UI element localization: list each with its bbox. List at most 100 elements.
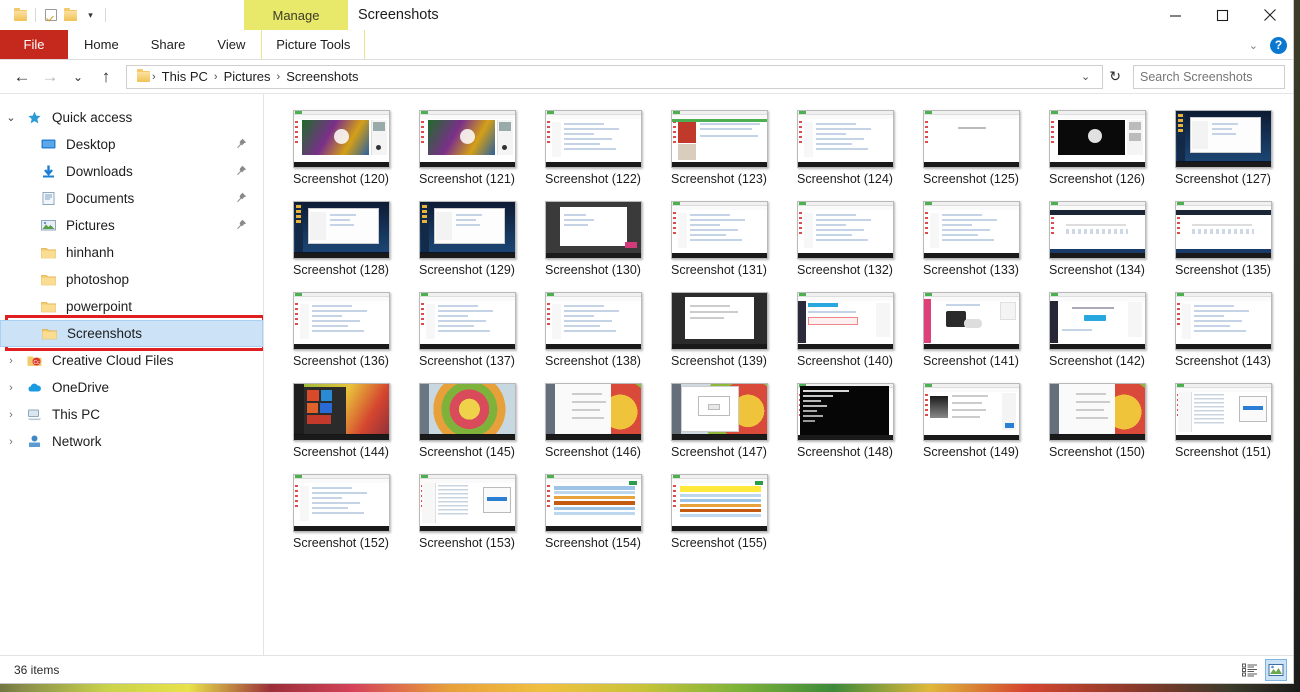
file-tile[interactable]: Screenshot (149) xyxy=(908,379,1034,469)
sidebar-item-downloads[interactable]: Downloads xyxy=(0,158,263,185)
refresh-icon[interactable]: ↻ xyxy=(1103,68,1127,85)
breadcrumb-pictures[interactable]: Pictures xyxy=(219,69,276,84)
sidebar-item-powerpoint[interactable]: powerpoint xyxy=(0,293,263,320)
file-tile[interactable]: Screenshot (134) xyxy=(1034,197,1160,287)
large-icons-view-icon[interactable] xyxy=(1265,659,1287,681)
file-tile[interactable]: Screenshot (125) xyxy=(908,106,1034,196)
file-thumbnail xyxy=(921,197,1021,259)
sidebar-item-quick-access[interactable]: ⌄Quick access xyxy=(0,104,263,131)
forward-arrow-icon[interactable]: → xyxy=(36,63,64,91)
file-tile[interactable]: Screenshot (145) xyxy=(404,379,530,469)
file-tile[interactable]: Screenshot (138) xyxy=(530,288,656,378)
file-tile[interactable]: Screenshot (130) xyxy=(530,197,656,287)
file-tile[interactable]: Screenshot (140) xyxy=(782,288,908,378)
new-folder-icon[interactable] xyxy=(62,7,79,24)
file-tile[interactable]: Screenshot (121) xyxy=(404,106,530,196)
file-tile[interactable]: Screenshot (144) xyxy=(278,379,404,469)
pin-icon[interactable] xyxy=(236,165,247,179)
thumbnail-preview xyxy=(293,201,390,259)
file-tile[interactable]: Screenshot (124) xyxy=(782,106,908,196)
breadcrumb-screenshots[interactable]: Screenshots xyxy=(281,69,363,84)
file-tile[interactable]: Screenshot (128) xyxy=(278,197,404,287)
minimize-icon[interactable] xyxy=(1152,0,1199,30)
sidebar-item-hinhanh[interactable]: hinhanh xyxy=(0,239,263,266)
tab-home[interactable]: Home xyxy=(68,30,135,59)
recent-locations-chevron-icon[interactable]: ⌄ xyxy=(64,63,92,91)
file-tile[interactable]: Screenshot (131) xyxy=(656,197,782,287)
sidebar-item-this-pc[interactable]: ›This PC xyxy=(0,401,263,428)
file-tile[interactable]: Screenshot (142) xyxy=(1034,288,1160,378)
file-tile[interactable]: Screenshot (150) xyxy=(1034,379,1160,469)
file-tile[interactable]: Screenshot (126) xyxy=(1034,106,1160,196)
file-list-content[interactable]: Screenshot (120)Screenshot (121)Screensh… xyxy=(264,94,1293,655)
pin-icon[interactable] xyxy=(236,192,247,206)
file-tile[interactable]: Screenshot (123) xyxy=(656,106,782,196)
file-tile[interactable]: Screenshot (148) xyxy=(782,379,908,469)
address-field[interactable]: › This PC › Pictures › Screenshots ⌄ xyxy=(126,65,1103,89)
folder-icon[interactable] xyxy=(12,7,29,24)
search-input[interactable] xyxy=(1140,70,1300,84)
file-tile[interactable]: Screenshot (141) xyxy=(908,288,1034,378)
file-tile[interactable]: Screenshot (129) xyxy=(404,197,530,287)
file-tile[interactable]: Screenshot (143) xyxy=(1160,288,1286,378)
folder-icon xyxy=(36,246,60,259)
file-tile[interactable]: Screenshot (153) xyxy=(404,470,530,560)
chevron-down-icon[interactable]: ⌄ xyxy=(1073,70,1098,83)
thumbnail-preview xyxy=(671,292,768,350)
file-tile[interactable]: Screenshot (120) xyxy=(278,106,404,196)
sidebar-item-pictures[interactable]: Pictures xyxy=(0,212,263,239)
file-tile[interactable]: Screenshot (136) xyxy=(278,288,404,378)
pin-icon[interactable] xyxy=(236,138,247,152)
sidebar-item-screenshots[interactable]: Screenshots xyxy=(0,320,263,347)
maximize-icon[interactable] xyxy=(1199,0,1246,30)
help-icon[interactable]: ? xyxy=(1270,37,1287,54)
sidebar-item-photoshop[interactable]: photoshop xyxy=(0,266,263,293)
file-tile[interactable]: Screenshot (137) xyxy=(404,288,530,378)
search-box[interactable] xyxy=(1133,65,1285,89)
chevron-right-icon[interactable]: › xyxy=(0,409,22,421)
sidebar-item-desktop[interactable]: Desktop xyxy=(0,131,263,158)
customize-qat-caret-icon[interactable]: ▾ xyxy=(82,7,99,24)
sidebar-item-network[interactable]: ›Network xyxy=(0,428,263,455)
file-tile[interactable]: Screenshot (139) xyxy=(656,288,782,378)
pictures-icon xyxy=(36,219,60,232)
back-arrow-icon[interactable]: ← xyxy=(8,63,36,91)
details-view-icon[interactable] xyxy=(1239,659,1261,681)
close-icon[interactable] xyxy=(1246,0,1293,30)
chevron-right-icon[interactable]: › xyxy=(0,382,22,394)
file-tile[interactable]: Screenshot (152) xyxy=(278,470,404,560)
file-thumbnail xyxy=(669,379,769,441)
folder-icon xyxy=(135,68,152,85)
tab-view[interactable]: View xyxy=(201,30,261,59)
file-tile[interactable]: Screenshot (133) xyxy=(908,197,1034,287)
file-tile[interactable]: Screenshot (154) xyxy=(530,470,656,560)
file-tile[interactable]: Screenshot (122) xyxy=(530,106,656,196)
chevron-right-icon[interactable]: › xyxy=(0,436,22,448)
breadcrumb-this-pc[interactable]: This PC xyxy=(157,69,213,84)
file-tile[interactable]: Screenshot (132) xyxy=(782,197,908,287)
properties-checkbox-icon[interactable] xyxy=(42,7,59,24)
file-name-label: Screenshot (130) xyxy=(545,263,641,277)
file-tile[interactable]: Screenshot (127) xyxy=(1160,106,1286,196)
file-tile[interactable]: Screenshot (151) xyxy=(1160,379,1286,469)
file-tile[interactable]: Screenshot (146) xyxy=(530,379,656,469)
file-tile[interactable]: Screenshot (147) xyxy=(656,379,782,469)
chevron-down-icon[interactable]: ⌄ xyxy=(1249,39,1258,52)
sidebar-item-documents[interactable]: Documents xyxy=(0,185,263,212)
sidebar-item-creative-cloud-files[interactable]: ›CcCreative Cloud Files xyxy=(0,347,263,374)
pin-icon[interactable] xyxy=(236,219,247,233)
tab-picture-tools[interactable]: Picture Tools xyxy=(261,30,365,59)
chevron-down-icon[interactable]: ⌄ xyxy=(0,111,22,124)
sidebar-item-onedrive[interactable]: ›OneDrive xyxy=(0,374,263,401)
up-arrow-icon[interactable]: ↑ xyxy=(92,63,120,91)
chevron-right-icon[interactable]: › xyxy=(0,355,22,367)
file-name-label: Screenshot (124) xyxy=(797,172,893,186)
window-controls xyxy=(1152,0,1293,30)
tab-file[interactable]: File xyxy=(0,30,68,59)
contextual-tab-group-manage[interactable]: Manage xyxy=(244,0,348,30)
file-tile[interactable]: Screenshot (135) xyxy=(1160,197,1286,287)
thumbnail-preview xyxy=(1175,292,1272,350)
tab-share[interactable]: Share xyxy=(135,30,202,59)
file-tile[interactable]: Screenshot (155) xyxy=(656,470,782,560)
thumbnail-preview xyxy=(419,292,516,350)
